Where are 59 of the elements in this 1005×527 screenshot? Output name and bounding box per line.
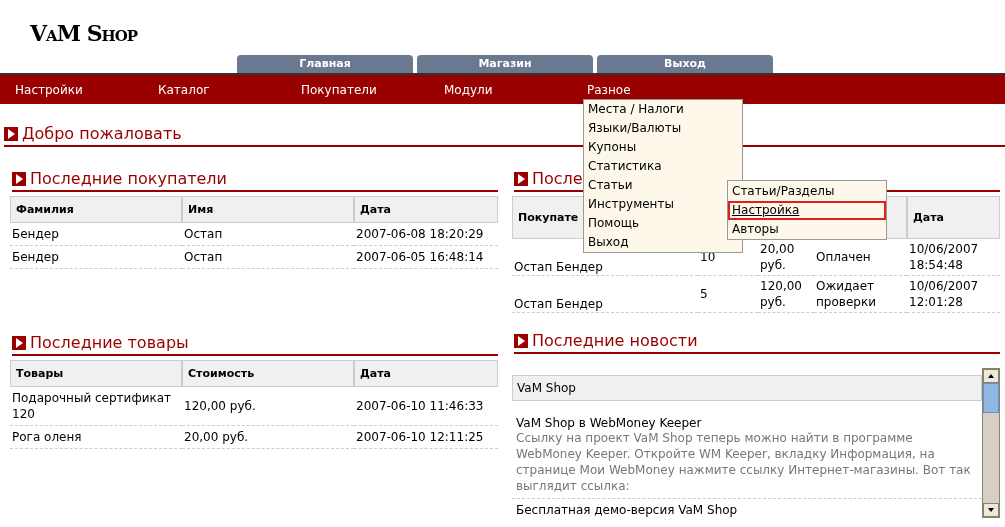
column-header: Дата — [907, 196, 1000, 239]
news-header: VaM Shop — [512, 375, 982, 401]
table-cell: 5 — [698, 276, 758, 313]
table-cell: 20,00 руб. — [182, 426, 354, 449]
nav-tab[interactable]: Магазин — [417, 55, 593, 73]
section-title: Последние новости — [532, 331, 698, 351]
menu-item[interactable]: Модули — [444, 82, 587, 97]
table-cell: 120,00 руб. — [182, 387, 354, 426]
table-cell: 10/06/2007 12:01:28 — [907, 276, 1000, 313]
menu-item[interactable]: Каталог — [158, 82, 301, 97]
table-cell: Остап — [182, 223, 354, 246]
column-header: Имя — [182, 196, 354, 223]
news-text: Ссылку на проект VaM Shop теперь можно найти в программе WebMoney Keeper. Откройте WM Keeper, вкладку Информация, на странице Мои WebMoney нажмите ссылку Интернет-магазины. Вот так выглядит ссылка: — [516, 430, 972, 494]
menu-item[interactable]: Настройка — [728, 201, 886, 220]
table-cell: 2007-06-05 16:48:14 — [354, 246, 498, 269]
table-cell: Рога оленя — [10, 426, 182, 449]
column-header: Стоимость — [182, 360, 354, 387]
menu-item[interactable]: Настройки — [15, 82, 158, 97]
table-cell: 2007-06-08 18:20:29 — [354, 223, 498, 246]
menu-item[interactable]: Статьи — [584, 176, 637, 195]
menu-item[interactable]: Разное — [587, 82, 730, 97]
scroll-up-icon[interactable] — [983, 369, 999, 383]
menu-item[interactable]: Инструменты — [584, 195, 678, 214]
scroll-thumb[interactable] — [983, 383, 999, 413]
menu-item[interactable]: Языки/Валюты — [584, 119, 686, 138]
scrollbar[interactable] — [982, 368, 1000, 518]
section-title: Последние покупатели — [30, 169, 227, 189]
menu-item[interactable]: Статистика — [584, 157, 666, 176]
section-title: Последние товары — [30, 333, 189, 353]
table-cell: 2007-06-10 11:46:33 — [354, 387, 498, 426]
table-cell: 2007-06-10 12:11:25 — [354, 426, 498, 449]
table-cell: Ожидает проверки — [814, 276, 907, 313]
table-cell: 10/06/2007 18:54:48 — [907, 239, 1000, 276]
column-header: Дата — [354, 196, 498, 223]
menu-item[interactable]: Покупатели — [301, 82, 444, 97]
menu-item[interactable]: Статьи/Разделы — [728, 182, 886, 201]
menu-item[interactable]: Купоны — [584, 138, 641, 157]
column-header: Дата — [354, 360, 498, 387]
table-cell: Подарочный сертификат 120 — [10, 387, 182, 426]
scroll-down-icon[interactable] — [983, 503, 999, 517]
section-title: Добро пожаловать — [22, 124, 182, 144]
column-header: Товары — [10, 360, 182, 387]
table-cell: 20,00 руб. — [758, 239, 814, 276]
menu-item[interactable]: Места / Налоги — [584, 100, 688, 119]
logo: VaM Shop — [30, 20, 138, 46]
table-cell: Бендер — [10, 246, 182, 269]
news-title[interactable]: Бесплатная демо-версия VaM Shop — [516, 503, 978, 517]
column-header: Фамилия — [10, 196, 182, 223]
nav-tab[interactable]: Выход — [597, 55, 773, 73]
table-cell: Остап — [182, 246, 354, 269]
table-cell: Бендер — [10, 223, 182, 246]
news-title[interactable]: VaM Shop в WebMoney Keeper — [516, 416, 978, 430]
menu-item[interactable]: Авторы — [728, 220, 886, 239]
table-cell: 120,00 руб. — [758, 276, 814, 313]
section-title: После — [532, 169, 583, 189]
menu-item[interactable]: Помощь — [584, 214, 644, 233]
nav-tab[interactable]: Главная — [237, 55, 413, 73]
table-cell: Оплачен — [814, 239, 907, 276]
table-cell: Остап Бендер — [512, 276, 698, 313]
